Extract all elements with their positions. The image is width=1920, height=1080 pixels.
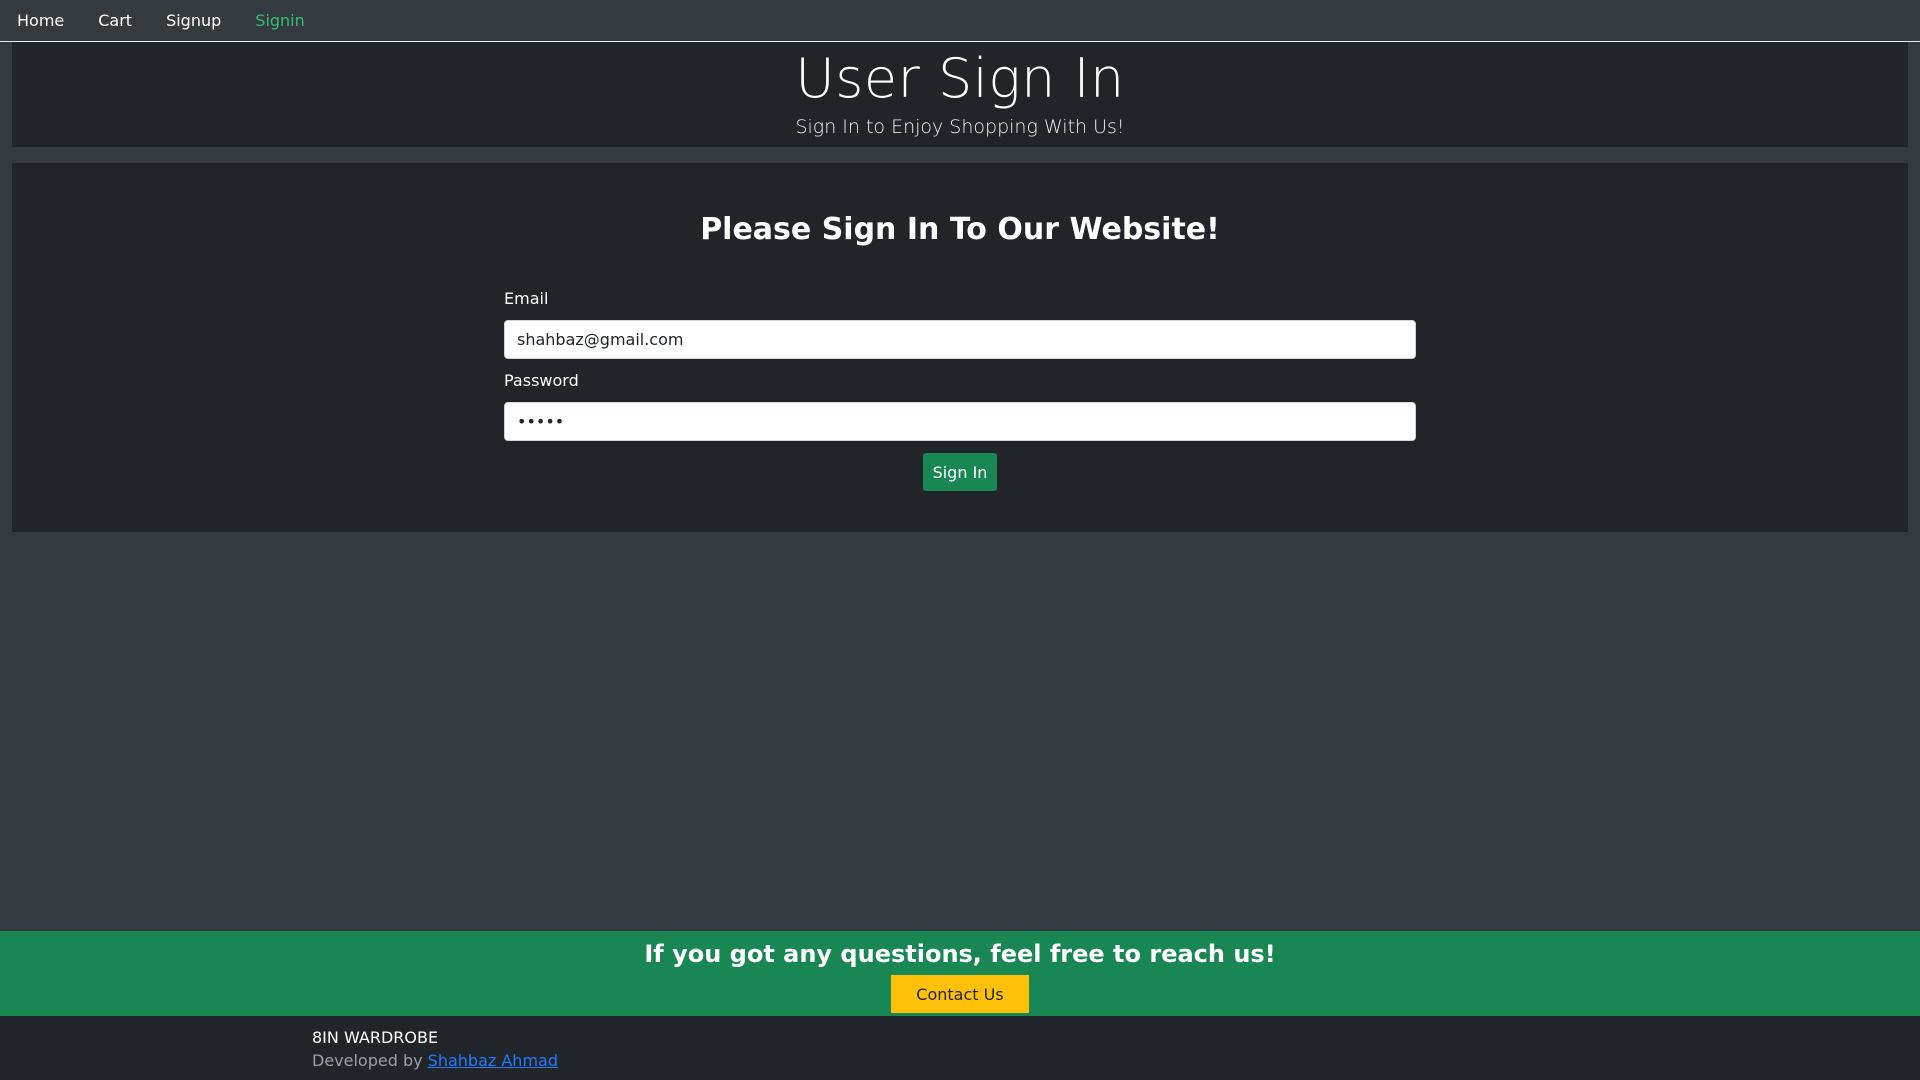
footer-brand: 8IN WARDROBE (312, 1028, 439, 1047)
nav-home[interactable]: Home (17, 11, 64, 30)
signin-heading: Please Sign In To Our Website! (700, 212, 1220, 247)
developer-link[interactable]: Shahbaz Ahmad (428, 1051, 558, 1070)
password-label: Password (504, 371, 579, 390)
page-title: User Sign In (795, 47, 1125, 110)
password-field[interactable] (504, 402, 1416, 441)
email-field[interactable] (504, 320, 1416, 359)
page-header: User Sign In Sign In to Enjoy Shopping W… (12, 42, 1908, 147)
signin-panel: Please Sign In To Our Website! Email Pas… (12, 163, 1908, 532)
page-subtitle: Sign In to Enjoy Shopping With Us! (795, 116, 1125, 138)
contact-text: If you got any questions, feel free to r… (644, 940, 1276, 968)
nav-cart[interactable]: Cart (98, 11, 132, 30)
email-label: Email (504, 289, 549, 308)
nav-signin[interactable]: Signin (255, 11, 304, 30)
signin-button[interactable]: Sign In (923, 453, 997, 491)
page-footer: 8IN WARDROBE Developed by Shahbaz Ahmad (0, 1016, 1920, 1080)
nav-signup[interactable]: Signup (166, 11, 221, 30)
contact-us-button[interactable]: Contact Us (891, 975, 1029, 1013)
top-navbar: Home Cart Signup Signin (0, 0, 1920, 42)
developed-by-text: Developed by (312, 1051, 428, 1070)
signin-form: Email Password Sign In (504, 289, 1416, 491)
footer-credit: Developed by Shahbaz Ahmad (312, 1049, 1920, 1073)
contact-banner: If you got any questions, feel free to r… (0, 931, 1920, 1016)
